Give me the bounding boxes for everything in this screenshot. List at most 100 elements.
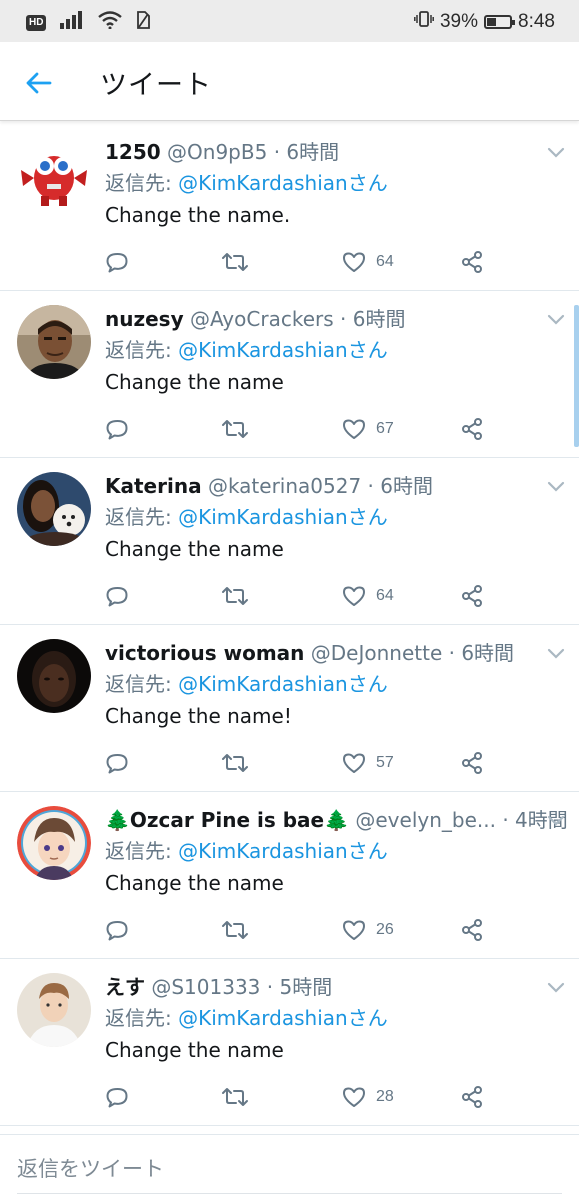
status-bar-right: 39% 8:48 (414, 10, 555, 34)
red-robot-avatar[interactable] (17, 138, 91, 212)
share-button[interactable] (461, 417, 483, 441)
display-name[interactable]: 1250 (105, 140, 161, 164)
user-handle: @S101333 (151, 975, 261, 999)
share-icon (462, 251, 482, 273)
tweet-item[interactable]: 1250 @On9pB5 · 6時間 返信先: @KimKardashianさん… (0, 124, 579, 291)
man-photo-avatar[interactable] (17, 305, 91, 379)
like-count: 26 (376, 921, 394, 938)
tweet-text: Change the name (105, 370, 284, 394)
display-name[interactable]: 🌲Ozcar Pine is bae🌲 (105, 808, 349, 832)
like-button[interactable]: 64 (342, 250, 394, 274)
share-button[interactable] (461, 918, 483, 942)
retweet-button[interactable] (221, 1085, 249, 1109)
reply-to-line: 返信先: @KimKardashianさん (105, 1005, 388, 1031)
chevron-down-icon[interactable] (547, 645, 565, 659)
display-name[interactable]: victorious woman (105, 641, 304, 665)
like-button[interactable]: 57 (342, 751, 394, 775)
user-handle: @evelyn_be... (355, 808, 496, 832)
share-button[interactable] (461, 751, 483, 775)
reply-prefix: 返信先: (105, 505, 179, 529)
page-title: ツイート (100, 70, 212, 101)
reply-icon (106, 1088, 128, 1108)
reply-button[interactable] (105, 751, 129, 775)
signal-icon (60, 11, 84, 35)
tweet-actions: 28 (105, 1085, 485, 1109)
chevron-down-icon[interactable] (547, 478, 565, 492)
reply-button[interactable] (105, 584, 129, 608)
retweet-button[interactable] (221, 250, 249, 274)
reply-button[interactable] (105, 417, 129, 441)
reply-to-line: 返信先: @KimKardashianさん (105, 337, 388, 363)
reply-icon (106, 420, 128, 440)
reply-to-line: 返信先: @KimKardashianさん (105, 838, 388, 864)
share-button[interactable] (461, 250, 483, 274)
retweet-icon (222, 587, 248, 605)
chevron-down-icon[interactable] (547, 979, 565, 993)
scrollbar[interactable] (574, 305, 579, 447)
compose-underline (17, 1193, 562, 1194)
tweet-item[interactable]: nuzesy @AyoCrackers · 6時間 返信先: @KimKarda… (0, 291, 579, 458)
like-button[interactable]: 26 (342, 918, 394, 942)
tweet-header-line: Katerina @katerina0527 · 6時間 (105, 473, 433, 499)
dark-portrait-avatar[interactable] (17, 639, 91, 713)
tweet-item[interactable]: 🌲Ozcar Pine is bae🌲 @evelyn_be... · 4時間 … (0, 792, 579, 959)
heart-icon (343, 920, 365, 940)
like-count: 64 (376, 253, 394, 270)
reply-prefix: 返信先: (105, 338, 179, 362)
chevron-down-icon[interactable] (547, 812, 565, 826)
tweet-item[interactable]: Katerina @katerina0527 · 6時間 返信先: @KimKa… (0, 458, 579, 625)
retweet-button[interactable] (221, 751, 249, 775)
clock: 8:48 (518, 11, 555, 32)
tweet-item[interactable]: victorious woman @DeJonnette · 6時間 返信先: … (0, 625, 579, 792)
retweet-icon (222, 1088, 248, 1106)
like-button[interactable]: 64 (342, 584, 394, 608)
reply-mention-link[interactable]: @KimKardashianさん (178, 338, 388, 362)
tweet-header-line: えす @S101333 · 5時間 (105, 974, 332, 1000)
retweet-button[interactable] (221, 584, 249, 608)
reply-input[interactable]: 返信をツイート (17, 1153, 164, 1183)
reply-prefix: 返信先: (105, 171, 179, 195)
tweet-time: · 5時間 (266, 975, 333, 999)
reply-mention-link[interactable]: @KimKardashianさん (178, 839, 388, 863)
tweet-actions: 57 (105, 751, 485, 775)
reply-button[interactable] (105, 1085, 129, 1109)
like-button[interactable]: 67 (342, 417, 394, 441)
share-button[interactable] (461, 584, 483, 608)
reply-button[interactable] (105, 918, 129, 942)
woman-with-dog-avatar[interactable] (17, 472, 91, 546)
reply-to-line: 返信先: @KimKardashianさん (105, 170, 388, 196)
reply-icon (106, 587, 128, 607)
tweet-text: Change the name! (105, 704, 292, 728)
retweet-button[interactable] (221, 918, 249, 942)
reply-mention-link[interactable]: @KimKardashianさん (178, 1006, 388, 1030)
reply-mention-link[interactable]: @KimKardashianさん (178, 505, 388, 529)
reply-icon (106, 921, 128, 941)
retweet-button[interactable] (221, 417, 249, 441)
heart-icon (343, 586, 365, 606)
chevron-down-icon[interactable] (547, 311, 565, 325)
tweet-actions: 26 (105, 918, 485, 942)
reply-button[interactable] (105, 250, 129, 274)
like-count: 28 (376, 1088, 394, 1105)
tweet-header-line: nuzesy @AyoCrackers · 6時間 (105, 306, 405, 332)
tweet-header-line: victorious woman @DeJonnette · 6時間 (105, 640, 514, 666)
tweet-item[interactable]: えす @S101333 · 5時間 返信先: @KimKardashianさん … (0, 959, 579, 1126)
anime-character-avatar[interactable] (17, 806, 91, 880)
back-arrow-icon[interactable] (22, 66, 56, 100)
reply-mention-link[interactable]: @KimKardashianさん (178, 171, 388, 195)
share-icon (462, 752, 482, 774)
share-button[interactable] (461, 1085, 483, 1109)
reply-mention-link[interactable]: @KimKardashianさん (178, 672, 388, 696)
boy-photo-avatar[interactable] (17, 973, 91, 1047)
like-button[interactable]: 28 (342, 1085, 394, 1109)
no-sim-icon (136, 11, 151, 35)
user-handle: @katerina0527 (207, 474, 362, 498)
tweet-header-line: 🌲Ozcar Pine is bae🌲 @evelyn_be... · 4時間 (105, 807, 568, 833)
display-name[interactable]: えす (105, 975, 145, 999)
display-name[interactable]: Katerina (105, 474, 202, 498)
chevron-down-icon[interactable] (547, 144, 565, 158)
display-name[interactable]: nuzesy (105, 307, 184, 331)
user-handle: @DeJonnette (310, 641, 443, 665)
reply-to-line: 返信先: @KimKardashianさん (105, 671, 388, 697)
like-count: 67 (376, 420, 394, 437)
